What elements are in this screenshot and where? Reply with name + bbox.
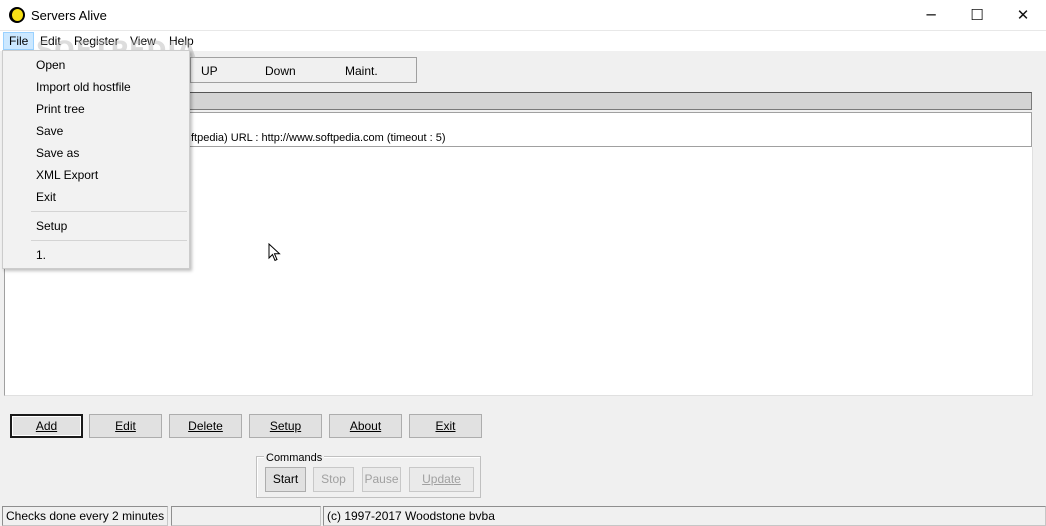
tree-entry[interactable]: ftpedia) URL : http://www.softpedia.com …: [191, 132, 446, 144]
menu-item-save[interactable]: Save: [36, 124, 63, 138]
moon-icon: [9, 7, 25, 23]
file-menu-dropdown: Open Import old hostfile Print tree Save…: [2, 50, 190, 269]
exit-button[interactable]: Exit: [409, 414, 482, 438]
menu-file[interactable]: File: [3, 32, 35, 50]
commands-caption: Commands: [264, 452, 325, 464]
legend-down: Down: [265, 64, 296, 78]
status-legend: UP Down Maint.: [190, 57, 417, 83]
stop-button[interactable]: Stop: [313, 467, 354, 492]
menu-separator: [31, 211, 187, 212]
status-checks: Checks done every 2 minutes: [2, 506, 168, 526]
menu-item-setup[interactable]: Setup: [36, 219, 67, 233]
minimize-button[interactable]: ─: [908, 0, 954, 31]
status-bar: Checks done every 2 minutes (c) 1997-201…: [0, 505, 1046, 526]
menu-item-import-hostfile[interactable]: Import old hostfile: [36, 80, 131, 94]
menu-item-save-as[interactable]: Save as: [36, 146, 79, 160]
about-button[interactable]: About: [329, 414, 402, 438]
close-button[interactable]: ✕: [1000, 0, 1046, 31]
edit-button[interactable]: Edit: [89, 414, 162, 438]
menu-item-xml-export[interactable]: XML Export: [36, 168, 98, 182]
legend-maint: Maint.: [345, 64, 378, 78]
add-button[interactable]: Add: [10, 414, 83, 438]
mouse-pointer-icon: [268, 243, 281, 262]
legend-up: UP: [201, 64, 218, 78]
menu-item-recent-1[interactable]: 1.: [36, 248, 46, 262]
status-middle: [171, 506, 321, 526]
menu-item-exit[interactable]: Exit: [36, 190, 56, 204]
delete-button[interactable]: Delete: [169, 414, 242, 438]
title-bar: Servers Alive ─ ☐ ✕: [0, 0, 1046, 31]
menu-separator: [31, 240, 187, 241]
menu-item-open[interactable]: Open: [36, 58, 65, 72]
update-button[interactable]: Update: [409, 467, 474, 492]
window-title: Servers Alive: [31, 8, 107, 23]
status-copyright: (c) 1997-2017 Woodstone bvba: [323, 506, 1046, 526]
maximize-button[interactable]: ☐: [954, 0, 1000, 31]
start-button[interactable]: Start: [265, 467, 306, 492]
pause-button[interactable]: Pause: [362, 467, 401, 492]
menu-item-print-tree[interactable]: Print tree: [36, 102, 85, 116]
setup-button[interactable]: Setup: [249, 414, 322, 438]
